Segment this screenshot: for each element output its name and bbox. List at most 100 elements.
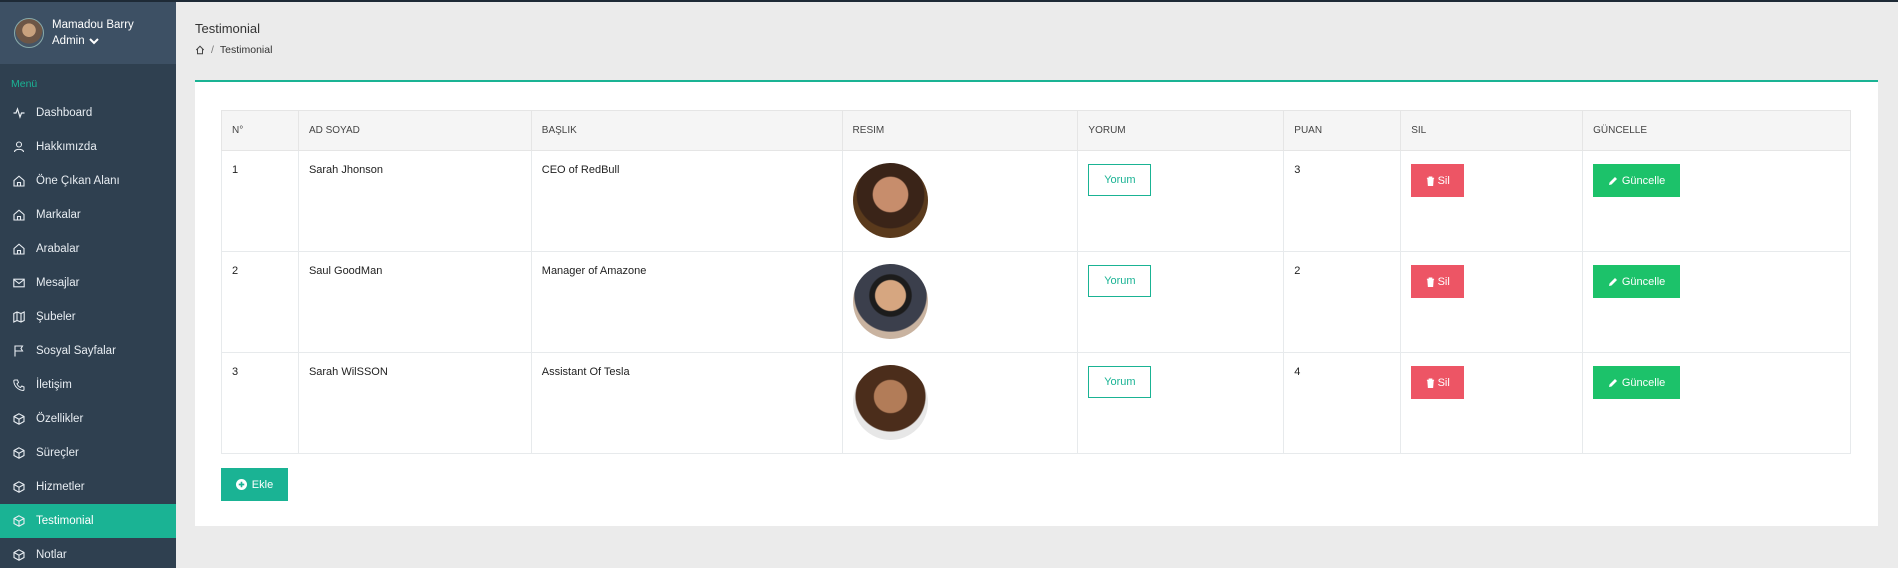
sidebar-item-3[interactable]: Markalar	[0, 198, 176, 232]
box-icon	[13, 413, 25, 425]
sidebar-item-13[interactable]: Notlar	[0, 538, 176, 568]
cell-name: Saul GoodMan	[297, 251, 532, 353]
user-profile[interactable]: Mamadou Barry Admin	[0, 0, 176, 64]
add-button-label: Ekle	[251, 478, 274, 491]
cell-title: CEO of RedBull	[530, 150, 843, 252]
cell-no: 1	[221, 150, 299, 252]
col-header-image: RESIM	[841, 110, 1079, 151]
col-header-comment: YORUM	[1077, 110, 1285, 151]
sidebar-item-2[interactable]: Öne Çıkan Alanı	[0, 164, 176, 198]
trash-icon	[1426, 175, 1434, 186]
cell-name: Sarah WilSSON	[297, 352, 532, 454]
yorum-button[interactable]: Yorum	[1088, 366, 1152, 398]
sidebar-item-1[interactable]: Hakkımızda	[0, 130, 176, 164]
sidebar-item-label: Mesajlar	[36, 277, 80, 289]
cell-comment: Yorum	[1077, 352, 1285, 454]
cell-no: 2	[221, 251, 299, 353]
sidebar-item-6[interactable]: Şubeler	[0, 300, 176, 334]
yorum-button[interactable]: Yorum	[1088, 265, 1152, 297]
cell-delete: Sil	[1400, 352, 1584, 454]
breadcrumb-current: Testimonial	[219, 44, 273, 56]
content-panel: N° AD SOYAD BAŞLIK RESIM YORUM PUAN SIL …	[195, 80, 1878, 526]
delete-button-label: Sil	[1437, 275, 1450, 288]
delete-button[interactable]: Sil	[1411, 164, 1465, 197]
col-header-no: N°	[221, 110, 299, 151]
yorum-button[interactable]: Yorum	[1088, 164, 1152, 196]
sidebar-item-label: İletişim	[36, 379, 72, 391]
box-icon	[13, 447, 25, 459]
col-header-update: GÜNCELLE	[1582, 110, 1851, 151]
pencil-icon	[1608, 176, 1617, 185]
flag-icon	[14, 345, 24, 357]
sidebar-item-label: Notlar	[36, 549, 67, 561]
home-icon	[13, 175, 25, 187]
pencil-icon	[1608, 378, 1617, 387]
sidebar-item-label: Markalar	[36, 209, 81, 221]
cell-no: 3	[221, 352, 299, 454]
sidebar-item-12[interactable]: Testimonial	[0, 504, 176, 538]
testimonial-photo	[852, 264, 928, 339]
table-row: 1 Sarah Jhonson CEO of RedBull Yorum 3 Sil Gün…	[221, 150, 1851, 252]
sidebar-item-4[interactable]: Arabalar	[0, 232, 176, 266]
table-row: 3 Sarah WilSSON Assistant Of Tesla Yorum 4 Si…	[221, 352, 1851, 454]
sidebar-item-0[interactable]: Dashboard	[0, 96, 176, 130]
map-icon	[13, 311, 25, 323]
pencil-icon	[1608, 277, 1617, 286]
cell-update: Güncelle	[1582, 352, 1851, 454]
testimonial-photo	[852, 365, 928, 440]
sidebar-item-label: Dashboard	[36, 107, 93, 119]
plus-circle-icon	[235, 479, 247, 490]
delete-button-label: Sil	[1437, 174, 1450, 187]
testimonial-table: N° AD SOYAD BAŞLIK RESIM YORUM PUAN SIL …	[221, 110, 1851, 454]
avatar	[14, 18, 44, 48]
cell-update: Güncelle	[1582, 251, 1851, 353]
page-title: Testimonial	[195, 21, 261, 36]
cell-comment: Yorum	[1077, 150, 1285, 252]
col-header-title: BAŞLIK	[530, 110, 843, 151]
breadcrumb-separator: /	[211, 44, 214, 56]
col-header-name: AD SOYAD	[297, 110, 532, 151]
sidebar-item-5[interactable]: Mesajlar	[0, 266, 176, 300]
delete-button[interactable]: Sil	[1411, 366, 1465, 399]
sidebar-item-label: Öne Çıkan Alanı	[36, 175, 120, 187]
sidebar-item-label: Hizmetler	[36, 481, 85, 493]
home-icon	[13, 243, 25, 255]
user-role[interactable]: Admin	[52, 33, 85, 49]
sidebar-item-label: Arabalar	[36, 243, 80, 255]
sidebar-item-8[interactable]: İletişim	[0, 368, 176, 402]
sidebar-item-11[interactable]: Hizmetler	[0, 470, 176, 504]
cell-delete: Sil	[1400, 251, 1584, 353]
update-button-label: Güncelle	[1621, 174, 1666, 187]
update-button[interactable]: Güncelle	[1593, 265, 1681, 298]
cell-title: Assistant Of Tesla	[530, 352, 843, 454]
cell-rating: 2	[1283, 251, 1402, 353]
cell-title: Manager of Amazone	[530, 251, 843, 353]
update-button-label: Güncelle	[1621, 376, 1666, 389]
user-name: Mamadou Barry	[52, 19, 134, 31]
cell-image	[841, 352, 1079, 454]
chevron-down-icon[interactable]	[88, 37, 99, 45]
cell-name: Sarah Jhonson	[297, 150, 532, 252]
trash-icon	[1426, 276, 1434, 287]
update-button[interactable]: Güncelle	[1593, 366, 1681, 399]
menu-title: Menü	[11, 78, 38, 90]
sidebar-item-label: Testimonial	[36, 515, 94, 527]
box-icon	[13, 515, 25, 527]
sidebar-item-10[interactable]: Süreçler	[0, 436, 176, 470]
table-row: 2 Saul GoodMan Manager of Amazone Yorum 2 Sil…	[221, 251, 1851, 353]
cell-comment: Yorum	[1077, 251, 1285, 353]
box-icon	[13, 481, 25, 493]
delete-button[interactable]: Sil	[1411, 265, 1465, 298]
sidebar-item-9[interactable]: Özellikler	[0, 402, 176, 436]
update-button[interactable]: Güncelle	[1593, 164, 1681, 197]
sidebar-item-7[interactable]: Sosyal Sayfalar	[0, 334, 176, 368]
sidebar: Mamadou Barry Admin Menü Dashboard Hakkım…	[0, 0, 176, 568]
sidebar-item-label: Özellikler	[36, 413, 84, 425]
cell-rating: 4	[1283, 352, 1402, 454]
sidebar-item-label: Şubeler	[36, 311, 76, 323]
col-header-rating: PUAN	[1283, 110, 1402, 151]
home-icon	[13, 209, 25, 221]
home-icon[interactable]	[195, 45, 205, 55]
mail-icon	[13, 278, 25, 288]
add-button[interactable]: Ekle	[221, 468, 288, 501]
